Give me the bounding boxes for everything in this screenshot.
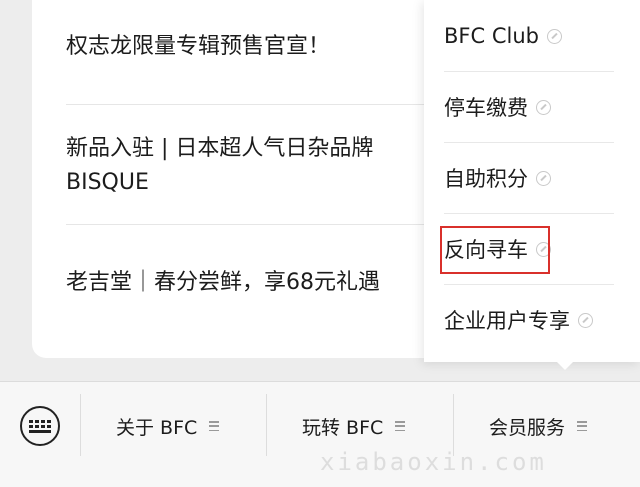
menu-divider [444, 142, 614, 143]
tab-play-bfc[interactable]: 玩转 BFC [302, 412, 406, 440]
menu-item-label: BFC Club [444, 24, 539, 48]
article-item-3[interactable]: 老吉堂｜春分尝鲜，享68元礼遇 [66, 266, 426, 300]
menu-item-label: 企业用户专享 [444, 309, 570, 333]
article-title: 老吉堂｜春分尝鲜，享68元礼遇 [66, 270, 380, 295]
menu-pointer-caret [555, 360, 575, 370]
menu-icon [209, 421, 220, 431]
article-title: 权志龙限量专辑预售官宣！ [66, 34, 331, 59]
link-icon [578, 312, 593, 328]
menu-icon [577, 421, 588, 431]
article-list-card: 权志龙限量专辑预售官宣！ 新品入驻 | 日本超人气日杂品牌BISQUE 老吉堂｜… [32, 0, 452, 358]
menu-item-self-points[interactable]: 自助积分 [444, 158, 551, 198]
keyboard-icon[interactable] [20, 406, 60, 446]
menu-item-label: 自助积分 [444, 167, 528, 191]
menu-divider [444, 71, 614, 72]
watermark: xiabaoxin.com [320, 448, 547, 476]
article-item-2[interactable]: 新品入驻 | 日本超人气日杂品牌BISQUE [66, 132, 426, 200]
article-title: 新品入驻 | 日本超人气日杂品牌BISQUE [66, 136, 374, 195]
menu-icon [395, 421, 406, 431]
link-icon [536, 99, 551, 115]
tab-label: 会员服务 [489, 416, 566, 439]
menu-divider [444, 284, 614, 285]
member-service-popup-menu: BFC Club 停车缴费 自助积分 反向寻车 企业用户专享 [424, 0, 640, 362]
article-divider [66, 104, 452, 105]
tab-label: 关于 BFC [116, 416, 198, 439]
article-item-1[interactable]: 权志龙限量专辑预售官宣！ [66, 30, 426, 64]
highlight-annotation-box [440, 226, 550, 274]
menu-item-label: 停车缴费 [444, 96, 528, 120]
menu-item-enterprise-users[interactable]: 企业用户专享 [444, 300, 593, 340]
menu-item-parking-payment[interactable]: 停车缴费 [444, 87, 551, 127]
tab-about-bfc[interactable]: 关于 BFC [116, 412, 220, 440]
menu-divider [444, 213, 614, 214]
link-icon [546, 28, 562, 44]
bar-separator [80, 394, 81, 456]
menu-item-bfc-club[interactable]: BFC Club [444, 16, 562, 56]
bar-separator [453, 394, 454, 456]
article-divider [66, 224, 452, 225]
link-icon [536, 170, 551, 186]
tab-member-service[interactable]: 会员服务 [489, 412, 588, 440]
bar-separator [266, 394, 267, 456]
tab-label: 玩转 BFC [302, 416, 384, 439]
